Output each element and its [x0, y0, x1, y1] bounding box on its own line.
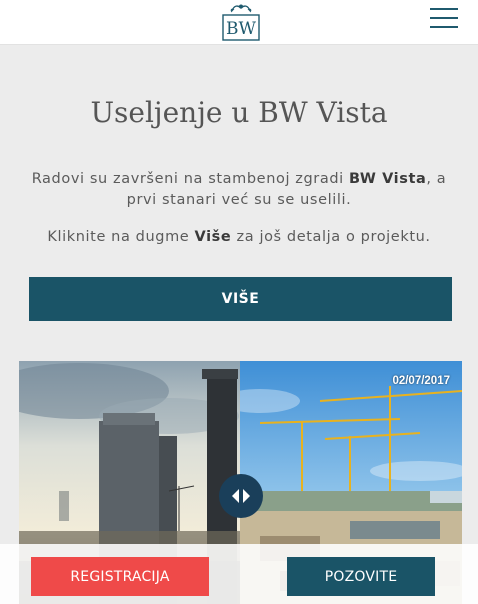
- photo-date: 02/07/2017: [392, 375, 450, 387]
- bottom-action-bar: REGISTRACIJA POZOVITE: [0, 544, 478, 604]
- intro-paragraph: Radovi su završeni na stambenoj zgradi B…: [20, 169, 458, 211]
- pozovite-button[interactable]: POZOVITE: [287, 557, 435, 596]
- cta-text-start: Kliknite na dugme: [47, 229, 195, 245]
- menu-line: [430, 26, 458, 28]
- hamburger-menu-icon[interactable]: [430, 8, 460, 32]
- project-name: BW Vista: [349, 171, 427, 187]
- site-header: BW: [0, 0, 478, 45]
- logo-text: BW: [226, 19, 256, 39]
- intro-text-start: Radovi su završeni na stambenoj zgradi: [31, 171, 349, 187]
- slider-handle[interactable]: [219, 474, 263, 518]
- page-title: Useljenje u BW Vista: [90, 96, 388, 129]
- cta-paragraph: Kliknite na dugme Više za još detalja o …: [20, 227, 458, 248]
- menu-line: [430, 17, 458, 19]
- bw-logo[interactable]: BW: [220, 2, 262, 42]
- vise-button[interactable]: VIŠE: [29, 277, 452, 321]
- registracija-button[interactable]: REGISTRACIJA: [31, 557, 209, 596]
- cta-keyword: Više: [194, 229, 232, 245]
- left-right-arrows-icon: [232, 489, 250, 503]
- menu-line: [430, 8, 458, 10]
- bw-logo-icon: BW: [222, 4, 260, 41]
- cta-text-end: za još detalja o projektu.: [231, 229, 431, 245]
